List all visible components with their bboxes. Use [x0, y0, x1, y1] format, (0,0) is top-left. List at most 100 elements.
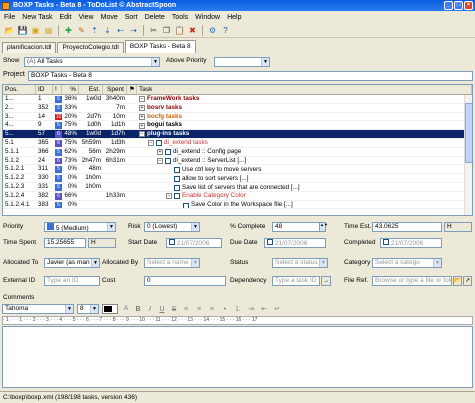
table-row[interactable]: 5.1 365 6 75% 5h59m 1d3h − di_extend tasks — [3, 139, 472, 148]
chevron-down-icon[interactable]: ▼ — [191, 223, 199, 231]
col-header-spent[interactable]: Spent — [103, 85, 127, 94]
dependency-input[interactable]: Type a task ID — [272, 276, 320, 286]
collapse-icon[interactable]: − — [166, 193, 172, 200]
task-checkbox[interactable] — [165, 157, 171, 164]
cost-input[interactable]: 0 — [144, 276, 226, 286]
tab-2[interactable]: BOXP Tasks - Beta 8 — [124, 40, 196, 53]
cut-icon[interactable]: ✂ — [148, 25, 159, 36]
task-title[interactable]: bosrv tasks — [147, 104, 182, 112]
expand-icon[interactable]: + — [157, 149, 163, 156]
collapse-icon[interactable]: − — [148, 140, 154, 147]
time-est-unit[interactable]: H — [444, 222, 472, 232]
start-date-picker[interactable]: 21/07/2006 — [166, 238, 222, 248]
col-header-estimate[interactable]: Est. — [79, 85, 103, 94]
table-row[interactable]: 2... 352 5 33% 7m + bosrv tasks — [3, 104, 472, 113]
col-header-priority[interactable]: ! — [53, 85, 62, 94]
move-up-icon[interactable]: ⇡ — [89, 25, 100, 36]
menu-sort[interactable]: Sort — [125, 14, 138, 21]
chevron-down-icon[interactable]: ▼ — [319, 259, 327, 267]
task-title[interactable]: di_extend :: Config page — [173, 148, 241, 156]
task-tree-grid[interactable]: Pos. ID ! % Est. Spent ⚑ Task 1... 1 5 36% 1… — [2, 84, 473, 216]
menu-help[interactable]: Help — [227, 14, 241, 21]
outdent-icon[interactable]: ⇤ — [259, 305, 269, 313]
start-date-checkbox[interactable] — [169, 239, 175, 245]
completed-date-picker[interactable]: 21/07/2006 — [380, 238, 442, 248]
table-row[interactable]: 5.1.2.1 311 5 0% 48m Use ctrl key to move ser… — [3, 165, 472, 175]
move-down-icon[interactable]: ⇣ — [102, 25, 113, 36]
category-combo[interactable]: Select a catego ▼ — [372, 258, 442, 268]
time-spent-unit[interactable]: H — [88, 238, 116, 248]
text-color-button[interactable] — [102, 304, 118, 314]
browse-folder-icon[interactable]: 📂 — [453, 276, 462, 286]
close-icon[interactable]: × — [464, 1, 473, 10]
align-right-icon[interactable]: ≡ — [207, 306, 217, 313]
percent-complete-input[interactable]: 48 — [272, 222, 320, 232]
task-checkbox[interactable] — [183, 202, 189, 209]
copy-icon[interactable]: ❐ — [161, 25, 172, 36]
indent-icon[interactable]: ⇥ — [246, 305, 256, 313]
task-title[interactable]: Save list of servers that are connected … — [182, 184, 300, 191]
col-header-percent[interactable]: % — [62, 85, 79, 94]
menu-file[interactable]: File — [4, 14, 15, 21]
chevron-down-icon[interactable]: ▼ — [191, 259, 199, 267]
priority-combo[interactable]: 5 (Medium) ▼ — [44, 222, 116, 232]
table-row[interactable]: 5.1.1 366 5 62% 56m 2h29m + di_extend :: Config… — [3, 148, 472, 157]
task-title[interactable]: plug-ins tasks — [147, 130, 189, 138]
task-title[interactable]: Enable Category Color — [182, 192, 246, 200]
tab-1[interactable]: ProyectoColegio.tdl — [57, 42, 124, 53]
due-date-picker[interactable]: 21/07/2006 — [264, 238, 326, 248]
menu-edit[interactable]: Edit — [60, 14, 72, 21]
menu-move[interactable]: Move — [101, 14, 118, 21]
table-row[interactable]: 5.1.2.2 330 5 0% 1h0m allow to sort servers [… — [3, 174, 472, 183]
bullet-list-icon[interactable]: • — [220, 306, 230, 313]
task-checkbox[interactable] — [174, 184, 180, 191]
preferences-icon[interactable]: ⚙ — [207, 25, 218, 36]
table-row[interactable]: 5.1.2.4.1 383 5 0% Save Color in the Workspa… — [3, 201, 472, 210]
tab-0[interactable]: planificacion.tdl — [2, 42, 57, 53]
collapse-icon[interactable]: − — [157, 157, 163, 164]
open-folder-icon[interactable]: 📂 — [4, 25, 15, 36]
status-combo[interactable]: Select a status ▼ — [272, 258, 328, 268]
move-right-icon[interactable]: ⇢ — [128, 25, 139, 36]
task-title[interactable]: bogui tasks — [147, 121, 182, 129]
task-checkbox[interactable] — [174, 176, 180, 182]
task-checkbox[interactable] — [174, 167, 180, 174]
risk-combo[interactable]: 0 (Lowest) ▼ — [144, 222, 200, 232]
task-title[interactable]: di_extend tasks — [164, 139, 208, 147]
wordwrap-icon[interactable]: ↵ — [272, 305, 282, 313]
col-header-id[interactable]: ID — [36, 85, 53, 94]
goto-dependency-icon[interactable]: → — [321, 276, 331, 286]
new-subtask-icon[interactable]: ▤ — [43, 25, 54, 36]
file-ref-input[interactable]: Browse or type a file or folder — [372, 276, 452, 286]
font-size-combo[interactable]: 8 ▼ — [77, 304, 99, 314]
menu-view[interactable]: View — [79, 14, 94, 21]
minimize-icon[interactable]: _ — [444, 1, 453, 10]
project-name-input[interactable]: BOXP Tasks - Beta 8 — [28, 71, 473, 81]
delete-task-icon[interactable]: ✖ — [187, 25, 198, 36]
table-row[interactable]: 4... 9 5 75% 1d0h 1d1h + bogui tasks — [3, 121, 472, 131]
table-row[interactable]: 5... 57 6 48% 1w0d 1d7h − plug-ins tasks — [3, 130, 472, 139]
table-row[interactable]: 3... 14 10 20% 2d7h 10m + bocfg tasks — [3, 113, 472, 122]
task-title[interactable]: Use ctrl key to move servers — [182, 166, 261, 173]
font-dialog-icon[interactable]: A — [121, 304, 131, 314]
chevron-down-icon[interactable]: ▼ — [91, 259, 99, 267]
table-row[interactable]: 5.1.2 24 6 73% 2h47m 6h31m − di_extend :: Serve… — [3, 157, 472, 166]
col-header-flag[interactable]: ⚑ — [127, 85, 137, 94]
menu-delete[interactable]: Delete — [145, 14, 165, 21]
task-checkbox[interactable] — [174, 193, 180, 200]
chevron-down-icon[interactable]: ▼ — [90, 305, 98, 313]
chevron-down-icon[interactable]: ▼ — [151, 58, 159, 66]
save-icon[interactable]: 💾 — [17, 25, 28, 36]
task-checkbox[interactable] — [165, 149, 171, 156]
time-spent-input[interactable]: 15.25655 — [44, 238, 86, 248]
edit-icon[interactable]: ✎ — [76, 25, 87, 36]
maximize-icon[interactable]: □ — [454, 1, 463, 10]
comments-editor[interactable] — [2, 326, 473, 388]
numbered-list-icon[interactable]: 1. — [233, 306, 243, 313]
expand-icon[interactable]: + — [139, 122, 145, 129]
format-s-button[interactable]: S — [170, 306, 178, 313]
move-left-icon[interactable]: ⇠ — [115, 25, 126, 36]
col-header-task[interactable]: Task — [137, 85, 472, 94]
task-checkbox[interactable] — [156, 140, 162, 147]
chevron-down-icon[interactable]: ▼ — [65, 305, 73, 313]
